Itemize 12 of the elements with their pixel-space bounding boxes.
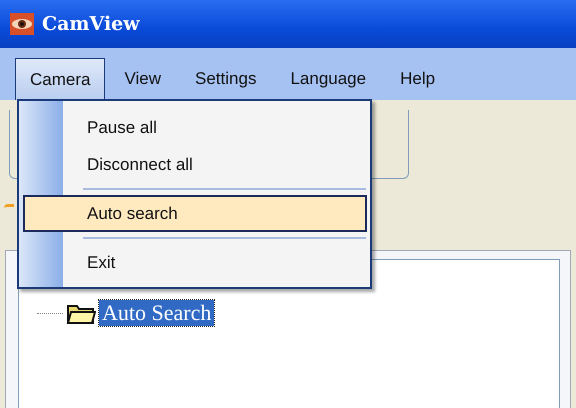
menu-item[interactable]: View <box>109 58 176 100</box>
menu-option[interactable]: Disconnect all <box>23 146 367 183</box>
window-title: CamView <box>42 13 140 35</box>
menu-item[interactable]: Settings <box>180 58 272 100</box>
menu-option[interactable]: Auto search <box>23 195 367 232</box>
menu-item[interactable]: Language <box>275 58 382 100</box>
menu-option[interactable]: Exit <box>23 244 367 281</box>
menu-option[interactable]: Pause all <box>23 109 367 146</box>
menu-item[interactable]: Help <box>385 58 450 100</box>
menu-item[interactable]: Camera <box>15 58 106 100</box>
tree-item[interactable]: Auto Search <box>99 300 214 326</box>
eye-icon <box>10 13 34 35</box>
